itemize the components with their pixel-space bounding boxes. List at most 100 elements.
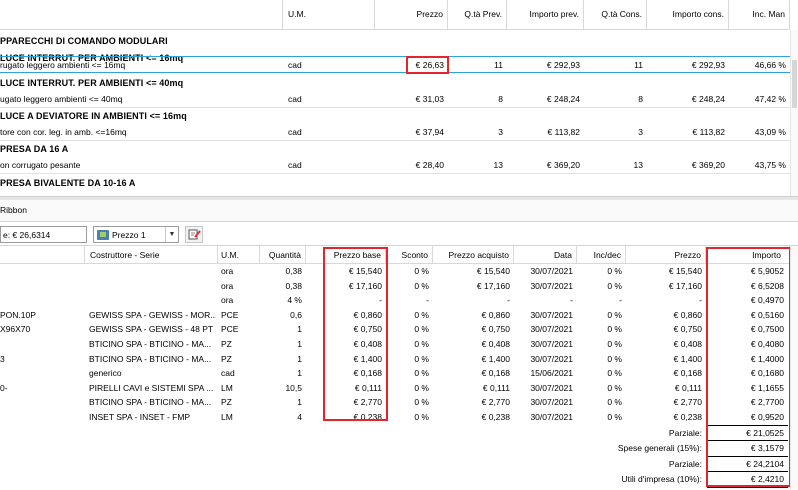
price-list-dropdown[interactable]: Prezzo 1 ▼ [93,226,179,243]
row-um: PCE [221,324,239,335]
row-data: 30/07/2021 [530,382,573,393]
col-header-incdec[interactable]: Inc/dec [577,246,626,264]
row-prezzo: € 0,860 [673,309,702,320]
row-prezzo-acquisto: € 0,111 [482,382,510,393]
col-header-description[interactable] [0,0,283,30]
section-title: LUCE INTERRUT. PER AMBIENTI <= 40mq [0,78,184,88]
col-header-prezzo-acquisto[interactable]: Prezzo acquisto [433,246,514,264]
analysis-row[interactable]: PON.10P GEWISS SPA - GEWISS - MOR... PCE 0,… [0,308,798,323]
lower-vertical-scrollbar[interactable] [790,246,798,490]
item-um: cad [288,127,302,137]
item-inc-man: 47,42 % [754,94,786,104]
row-sconto: 0 % [414,309,429,320]
item-um: cad [288,160,302,170]
row-costruttore: BTICINO SPA - BTICINO - MA... [89,339,212,349]
apply-price-button[interactable] [185,226,203,243]
row-prezzo-acquisto: € 15,540 [476,266,510,276]
unit-price-field[interactable]: e: € 26,6314 [0,226,87,243]
item-importo-cons: € 113,82 [692,127,725,137]
analysis-row[interactable]: ora 4 % - - - - - - € 0,4970 [0,293,798,308]
item-um: cad [288,60,302,70]
section-title: PRESA DA 16 A [0,144,69,154]
col-header-quantita[interactable]: Quantità [260,246,306,264]
item-importo-prev: € 113,82 [547,127,580,137]
analysis-row[interactable]: BTICINO SPA - BTICINO - MA... PZ 1 € 2,770 0… [0,395,798,410]
col-header-prezzo[interactable]: Prezzo [375,0,448,30]
section-row[interactable]: PRESA BIVALENTE DA 10-16 A [0,175,798,192]
item-qta-cons: 3 [638,127,643,137]
ribbon-label: Ribbon [0,205,27,215]
prezzo-highlight [406,56,449,74]
item-importo-prev: € 369,20 [546,160,580,170]
row-incdec: 0 % [607,339,622,349]
ribbon-bar[interactable]: Ribbon [0,200,798,222]
scrollbar-thumb[interactable] [792,60,797,108]
item-importo-prev: € 248,24 [546,94,580,104]
row-data: 15/06/2021 [530,368,573,379]
col-header-code[interactable] [0,246,85,264]
row-sconto: 0 % [414,397,429,408]
col-header-qta-prev[interactable]: Q.tà Prev. [448,0,507,30]
work-item-row-selected[interactable]: rugato leggero ambienti <= 16mq cad € 26… [0,56,798,73]
item-qta-prev: 3 [498,127,503,137]
summary-label: Utili d'impresa (10%): [621,474,702,485]
summary-row: Spese generali (15%): € 3,1579 [0,441,798,456]
row-incdec: 0 % [607,368,622,379]
item-description: on corrugato pesante [0,160,81,170]
row-data: 30/07/2021 [530,353,573,364]
analysis-row[interactable]: X96X70 GEWISS SPA - GEWISS - 48 PT PCE 1 € 0… [0,322,798,337]
col-header-inc-man[interactable]: Inc. Man [729,0,790,30]
col-header-importo-cons[interactable]: Importo cons. [647,0,729,30]
section-row[interactable]: PRESA DA 16 A [0,141,798,158]
row-costruttore: PIRELLI CAVI e SISTEMI SPA ... [89,382,214,393]
item-importo-prev: € 292,93 [546,60,580,70]
item-description: tore con cor. leg. in amb. <=16mq [0,127,127,137]
row-data: 30/07/2021 [530,324,573,335]
row-prezzo: € 15,540 [668,266,702,276]
item-prezzo: € 31,03 [415,94,444,104]
row-sconto: 0 % [414,339,429,349]
col-header-um[interactable]: U.M. [283,0,375,30]
col-header-um[interactable]: U.M. [218,246,260,264]
row-quantita: 1 [297,324,302,335]
importo-highlight [706,247,791,487]
analysis-row[interactable]: BTICINO SPA - BTICINO - MA... PZ 1 € 0,408 0… [0,337,798,352]
summary-label: Parziale: [668,458,702,469]
col-header-prezzo[interactable]: Prezzo [626,246,706,264]
row-sconto: - [426,295,429,306]
col-header-importo-prev[interactable]: Importo prev. [507,0,584,30]
analysis-row[interactable]: ora 0,38 € 15,540 0 % € 15,540 30/07/2021 0 % €… [0,264,798,279]
row-code: PON.10P [0,309,36,320]
item-qta-cons: 13 [633,160,643,170]
section-row[interactable]: PPARECCHI DI COMANDO MODULARI [0,33,798,50]
analysis-row[interactable]: INSET SPA - INSET - FMP LM 4 € 0,238 0 % € 0,… [0,410,798,425]
row-um: PZ [221,339,232,349]
item-importo-cons: € 248,24 [691,94,725,104]
analysis-row[interactable]: 3 BTICINO SPA - BTICINO - MA... PZ 1 € 1,400… [0,352,798,367]
work-item-row[interactable]: tore con cor. leg. in amb. <=16mq cad € … [0,124,798,141]
analysis-row[interactable]: generico cad 1 € 0,168 0 % € 0,168 15/06/2021 0… [0,366,798,381]
row-quantita: 0,38 [285,266,302,276]
work-item-row[interactable]: on corrugato pesante cad € 28,40 13 € 36… [0,157,798,174]
row-prezzo-acquisto: € 2,770 [481,397,510,408]
section-row[interactable]: LUCE A DEVIATORE IN AMBIENTI <= 16mq [0,108,798,125]
item-importo-cons: € 292,93 [691,60,725,70]
col-header-costruttore[interactable]: Costruttore - Serie [85,246,218,264]
col-header-data[interactable]: Data [514,246,577,264]
row-prezzo-acquisto: € 0,408 [481,339,510,349]
row-quantita: 1 [297,397,302,408]
edit-icon [188,229,201,240]
analysis-row[interactable]: 0- PIRELLI CAVI e SISTEMI SPA ... LM 10,5 € … [0,381,798,396]
row-incdec: - [619,295,622,306]
col-header-sconto[interactable]: Sconto [386,246,433,264]
section-row[interactable]: LUCE INTERRUT. PER AMBIENTI <= 40mq [0,75,798,92]
analysis-row[interactable]: ora 0,38 € 17,160 0 % € 17,160 30/07/2021 0 % €… [0,279,798,294]
analysis-toolbar: e: € 26,6314 Prezzo 1 ▼ [0,222,798,246]
item-inc-man: 46,66 % [754,60,786,70]
work-item-row[interactable]: ugato leggero ambienti <= 40mq cad € 31,… [0,91,798,108]
row-um: ora [221,280,234,291]
col-header-qta-cons[interactable]: Q.tà Cons. [584,0,647,30]
row-costruttore: GEWISS SPA - GEWISS - MOR... [89,309,216,320]
chevron-down-icon[interactable]: ▼ [165,227,178,242]
upper-vertical-scrollbar[interactable] [790,30,798,196]
